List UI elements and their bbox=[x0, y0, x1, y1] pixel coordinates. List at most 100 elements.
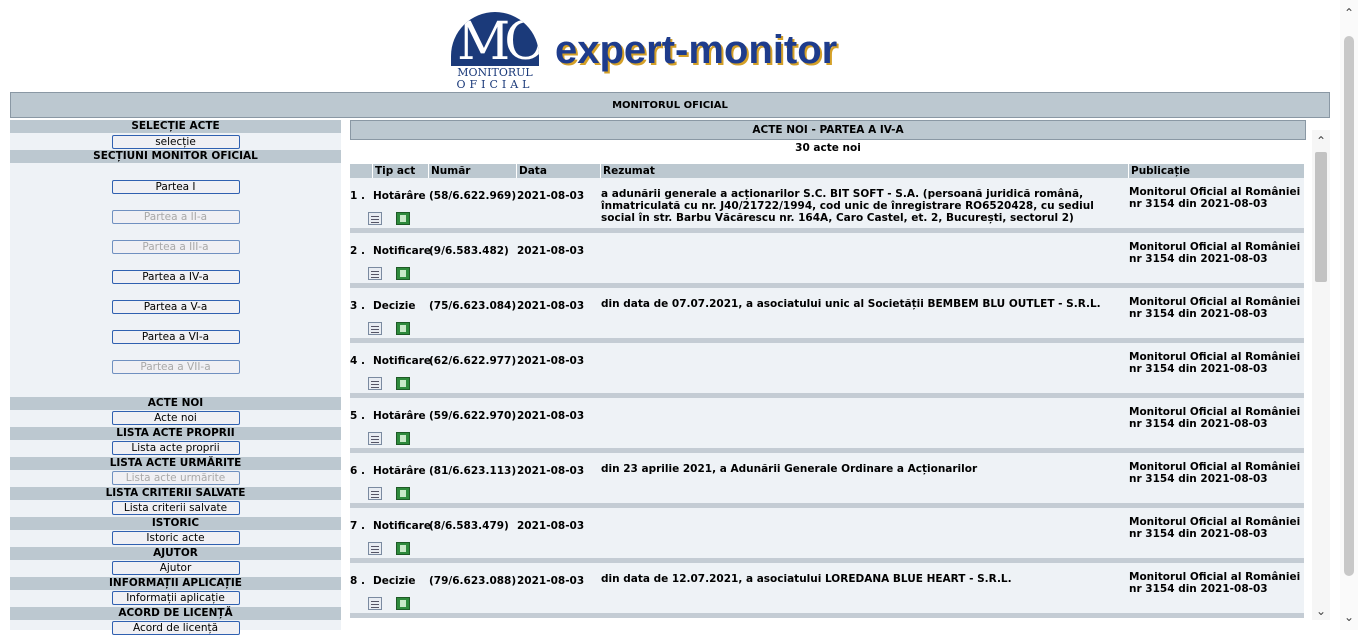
section-header-selectie: SELECȚIE ACTE bbox=[10, 120, 341, 133]
partea-button-1[interactable]: Partea I bbox=[111, 180, 240, 194]
row-numar: (75/6.623.084) bbox=[429, 300, 517, 312]
excel-export-icon[interactable] bbox=[396, 487, 410, 500]
row-tip-act: Decizie bbox=[373, 575, 416, 587]
row-publicatie: Monitorul Oficial al României nr 3154 di… bbox=[1129, 516, 1301, 540]
table-header: Tip act Număr Data Rezumat Publicație bbox=[350, 164, 1304, 178]
col-tip-act[interactable]: Tip act bbox=[372, 164, 427, 178]
document-view-icon[interactable] bbox=[368, 597, 382, 610]
istoric-acte-button[interactable]: Istoric acte bbox=[111, 531, 240, 545]
partea-button-5[interactable]: Partea a V-a bbox=[111, 300, 240, 314]
document-view-icon[interactable] bbox=[368, 212, 382, 225]
acte-noi-button[interactable]: Acte noi bbox=[111, 411, 240, 425]
col-data[interactable]: Data bbox=[516, 164, 599, 178]
main-panel: ACTE NOI - PARTEA A IV-A 30 acte noi Tip… bbox=[350, 120, 1306, 630]
section-header-criterii: LISTA CRITERII SALVATE bbox=[10, 487, 341, 500]
row-numar: (79/6.623.088) bbox=[429, 575, 517, 587]
page-scrollbar-thumb[interactable] bbox=[1344, 36, 1354, 576]
lista-acte-urmarite-button[interactable]: Lista acte urmărite bbox=[111, 471, 240, 485]
row-publicatie: Monitorul Oficial al României nr 3154 di… bbox=[1129, 241, 1301, 265]
row-publicatie: Monitorul Oficial al României nr 3154 di… bbox=[1129, 571, 1301, 595]
row-tip-act: Hotărâre bbox=[373, 465, 426, 477]
row-tip-act: Hotărâre bbox=[373, 190, 426, 202]
excel-export-icon[interactable] bbox=[396, 597, 410, 610]
row-tip-act: Notificare bbox=[373, 245, 432, 257]
logo-mark: MO bbox=[451, 12, 539, 66]
partea-button-6[interactable]: Partea a VI-a bbox=[111, 330, 240, 344]
row-publicatie: Monitorul Oficial al României nr 3154 di… bbox=[1129, 461, 1301, 485]
section-header-licenta: ACORD DE LICENȚĂ bbox=[10, 607, 341, 620]
lista-acte-proprii-button[interactable]: Lista acte proprii bbox=[111, 441, 240, 455]
document-view-icon[interactable] bbox=[368, 322, 382, 335]
acts-table-body: 1 . Hotărâre (58/6.622.969) 2021-08-03 a adu… bbox=[350, 178, 1306, 618]
section-header-acte-proprii: LISTA ACTE PROPRII bbox=[10, 427, 341, 440]
row-numar: (9/6.583.482) bbox=[429, 245, 509, 257]
row-index: 3 . bbox=[350, 300, 365, 312]
row-index: 2 . bbox=[350, 245, 365, 257]
document-view-icon[interactable] bbox=[368, 542, 382, 555]
row-rezumat: din 23 aprilie 2021, a Adunării Generale… bbox=[601, 463, 978, 475]
section-header-acte-urmarite: LISTA ACTE URMĂRITE bbox=[10, 457, 341, 470]
row-rezumat: a adunării generale a acționarilor S.C. … bbox=[601, 188, 1094, 224]
main-scrollbar-thumb[interactable] bbox=[1315, 152, 1327, 282]
excel-export-icon[interactable] bbox=[396, 432, 410, 445]
acord-licenta-button[interactable]: Acord de licență bbox=[111, 621, 240, 635]
row-index: 4 . bbox=[350, 355, 365, 367]
main-scrollbar[interactable]: ⌃ ⌄ bbox=[1312, 130, 1330, 620]
chevron-down-icon[interactable]: ⌄ bbox=[1312, 604, 1330, 618]
row-data: 2021-08-03 bbox=[517, 410, 585, 422]
section-header-informatii: INFORMAȚII APLICAȚIE bbox=[10, 577, 341, 590]
partea-button-4[interactable]: Partea a IV-a bbox=[111, 270, 240, 284]
row-index: 8 . bbox=[350, 575, 365, 587]
document-view-icon[interactable] bbox=[368, 487, 382, 500]
section-header-ajutor: AJUTOR bbox=[10, 547, 341, 560]
document-view-icon[interactable] bbox=[368, 267, 382, 280]
row-data: 2021-08-03 bbox=[517, 245, 585, 257]
row-data: 2021-08-03 bbox=[517, 190, 585, 202]
col-publicatie[interactable]: Publicație bbox=[1128, 164, 1303, 178]
sidebar: SELECȚIE ACTE selecție SECȚIUNI MONITOR … bbox=[10, 120, 341, 635]
table-row: 4 . Notificare (62/6.622.977) 2021-08-03 Mon… bbox=[350, 343, 1304, 398]
partea-button-2[interactable]: Partea a II-a bbox=[111, 210, 240, 224]
row-index: 5 . bbox=[350, 410, 365, 422]
top-title-bar: MONITORUL OFICIAL bbox=[10, 92, 1330, 118]
row-data: 2021-08-03 bbox=[517, 300, 585, 312]
document-view-icon[interactable] bbox=[368, 432, 382, 445]
excel-export-icon[interactable] bbox=[396, 377, 410, 390]
table-row: 6 . Hotărâre (81/6.623.113) 2021-08-03 din 2… bbox=[350, 453, 1304, 508]
excel-export-icon[interactable] bbox=[396, 322, 410, 335]
excel-export-icon[interactable] bbox=[396, 542, 410, 555]
row-publicatie: Monitorul Oficial al României nr 3154 di… bbox=[1129, 406, 1301, 430]
informatii-button[interactable]: Informații aplicație bbox=[111, 591, 240, 605]
col-rezumat[interactable]: Rezumat bbox=[600, 164, 1127, 178]
selectie-button[interactable]: selecție bbox=[111, 135, 240, 149]
row-data: 2021-08-03 bbox=[517, 355, 585, 367]
table-row: 3 . Decizie (75/6.623.084) 2021-08-03 din da… bbox=[350, 288, 1304, 343]
parts-list: Partea I Partea a II-a Partea a III-a Parte… bbox=[10, 163, 341, 390]
row-numar: (59/6.622.970) bbox=[429, 410, 517, 422]
lista-criterii-button[interactable]: Lista criterii salvate bbox=[111, 501, 240, 515]
partea-button-7[interactable]: Partea a VII-a bbox=[111, 360, 240, 374]
partea-button-3[interactable]: Partea a III-a bbox=[111, 240, 240, 254]
excel-export-icon[interactable] bbox=[396, 267, 410, 280]
table-row: 1 . Hotărâre (58/6.622.969) 2021-08-03 a adu… bbox=[350, 178, 1304, 233]
chevron-up-icon[interactable]: ⌃ bbox=[1312, 134, 1330, 148]
section-header-acte-noi: ACTE NOI bbox=[10, 397, 341, 410]
page-scrollbar[interactable]: ⌃ ⌄ bbox=[1340, 0, 1358, 630]
row-data: 2021-08-03 bbox=[517, 520, 585, 532]
row-publicatie: Monitorul Oficial al României nr 3154 di… bbox=[1129, 186, 1301, 210]
row-index: 7 . bbox=[350, 520, 365, 532]
chevron-down-icon[interactable]: ⌄ bbox=[1340, 610, 1358, 624]
row-publicatie: Monitorul Oficial al României nr 3154 di… bbox=[1129, 296, 1301, 320]
excel-export-icon[interactable] bbox=[396, 212, 410, 225]
document-view-icon[interactable] bbox=[368, 377, 382, 390]
ajutor-button[interactable]: Ajutor bbox=[111, 561, 240, 575]
row-publicatie: Monitorul Oficial al României nr 3154 di… bbox=[1129, 351, 1301, 375]
row-tip-act: Notificare bbox=[373, 520, 432, 532]
row-data: 2021-08-03 bbox=[517, 465, 585, 477]
col-numar[interactable]: Număr bbox=[428, 164, 515, 178]
row-numar: (62/6.622.977) bbox=[429, 355, 517, 367]
row-tip-act: Decizie bbox=[373, 300, 416, 312]
row-rezumat: din data de 12.07.2021, a asociatului LO… bbox=[601, 573, 1012, 585]
chevron-up-icon[interactable]: ⌃ bbox=[1340, 6, 1358, 20]
brand-name: expert-monitor bbox=[555, 28, 838, 72]
